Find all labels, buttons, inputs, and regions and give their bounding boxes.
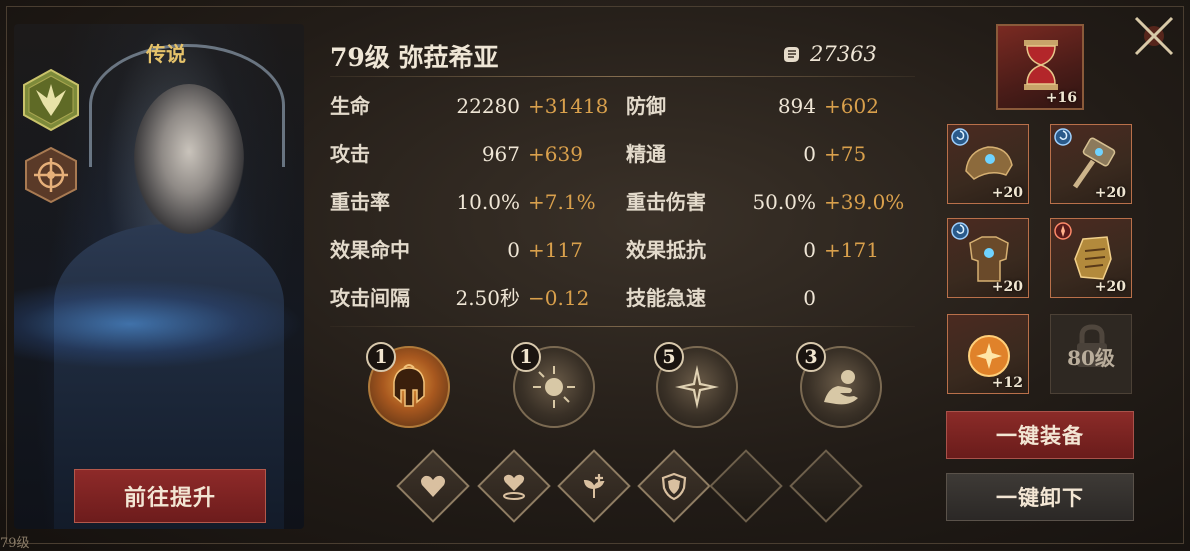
stat-bonus: +39.0% (824, 190, 905, 214)
stat-label: 效果命中 (330, 238, 410, 262)
hand-orb-icon (824, 370, 858, 405)
stat-attack: 攻击 967 (330, 139, 520, 169)
stat-crit-rate: 重击率 10.0% (330, 187, 520, 217)
shield-icon (661, 472, 687, 501)
stat-skill-haste: 技能急速 0 (626, 283, 816, 313)
stat-bonus: +602 (824, 94, 879, 118)
portrait-glow (14, 279, 304, 369)
stat-base: 0 (803, 286, 816, 310)
stat-attack-interval: 攻击间隔 2.50秒 (330, 283, 520, 313)
stat-base: 967 (481, 142, 520, 166)
stat-mastery: 精通 0 (626, 139, 816, 169)
stat-base: 0 (803, 238, 816, 262)
portrait-head (134, 84, 244, 234)
stat-label: 攻击 (330, 142, 370, 166)
stat-base: 10.0% (456, 190, 520, 214)
heart-icon (421, 475, 445, 497)
stat-defense: 防御 894 (626, 91, 816, 121)
equip-slot-gem[interactable]: +12 (947, 314, 1029, 394)
stat-base: 2.50秒 (455, 286, 520, 310)
skill-level-badge: 3 (796, 342, 826, 372)
corner-level-text: 79级 (0, 536, 30, 551)
stat-effect-resist: 效果抵抗 0 (626, 235, 816, 265)
stat-effect-hit-bonus: +117 (528, 235, 618, 265)
stat-label: 重击率 (330, 190, 390, 214)
equip-level: +20 (1094, 185, 1126, 201)
unequip-all-button[interactable]: 一键卸下 (946, 473, 1134, 521)
equip-slot-weapon[interactable]: +20 (1050, 124, 1132, 204)
spartan-helmet-icon (393, 364, 425, 407)
artifact-level: +16 (1045, 90, 1077, 106)
stat-mastery-bonus: +75 (824, 139, 914, 169)
stat-label: 效果抵抗 (626, 238, 706, 262)
stat-bonus: +75 (824, 142, 867, 166)
equip-level: +20 (991, 279, 1023, 295)
skill-level-badge: 1 (366, 342, 396, 372)
heart-pedestal-icon (503, 474, 525, 500)
stat-label: 重击伤害 (626, 190, 706, 214)
combat-power-value: 27363 (810, 42, 877, 66)
stat-base: 22280 (456, 94, 520, 118)
locked-level-label: 80级 (1067, 345, 1115, 370)
stat-bonus: +117 (528, 238, 583, 262)
stat-label: 技能急速 (626, 286, 706, 310)
stat-label: 精通 (626, 142, 666, 166)
stat-base: 50.0% (752, 190, 816, 214)
equip-slot-gauntlet[interactable]: +20 (1050, 218, 1132, 298)
skill-level-badge: 1 (511, 342, 541, 372)
equip-all-button[interactable]: 一键装备 (946, 411, 1134, 459)
faction-emblem-icon[interactable] (22, 68, 80, 132)
stat-defense-bonus: +602 (824, 91, 914, 121)
stat-crit-rate-bonus: +7.1% (528, 187, 618, 217)
stats-divider (330, 326, 915, 327)
stat-bonus: −0.12 (528, 286, 590, 310)
class-emblem-icon[interactable] (24, 146, 78, 204)
stat-attack-bonus: +639 (528, 139, 618, 169)
stat-base: 0 (803, 142, 816, 166)
equip-slot-chest[interactable]: +20 (947, 218, 1029, 298)
stat-attack-interval-bonus: −0.12 (528, 283, 618, 313)
stat-hp: 生命 22280 (330, 91, 520, 121)
stat-base: 0 (507, 238, 520, 262)
stat-bonus: +171 (824, 238, 879, 262)
artifact-slot[interactable]: +16 (996, 24, 1084, 110)
stat-bonus: +7.1% (528, 190, 596, 214)
equip-level: +12 (991, 375, 1023, 391)
stat-bonus: +639 (528, 142, 583, 166)
rarity-label: 传说 (146, 42, 186, 66)
combat-power: 27363 (780, 42, 877, 66)
sprout-plus-icon (583, 474, 605, 498)
stat-bonus: +31418 (528, 94, 609, 118)
stat-label: 生命 (330, 94, 370, 118)
skill-level-badge: 5 (654, 342, 684, 372)
equip-level: +20 (991, 185, 1023, 201)
stat-effect-hit: 效果命中 0 (330, 235, 520, 265)
hero-name: 79级 弥菈希亚 (330, 43, 499, 72)
stat-crit-damage: 重击伤害 50.0% (626, 187, 816, 217)
stat-base: 894 (777, 94, 816, 118)
stat-effect-resist-bonus: +171 (824, 235, 914, 265)
equip-slot-pauldron[interactable]: +20 (947, 124, 1029, 204)
equip-slot-locked: 80级 (1050, 314, 1132, 394)
stat-label: 防御 (626, 94, 666, 118)
orb-burst-icon (533, 366, 575, 408)
header-divider (330, 76, 915, 77)
stat-label: 攻击间隔 (330, 286, 410, 310)
close-icon[interactable] (1132, 14, 1176, 58)
equip-level: +20 (1094, 279, 1126, 295)
compass-star-icon (675, 365, 719, 409)
stat-crit-damage-bonus: +39.0% (824, 187, 914, 217)
fist-icon (784, 47, 799, 62)
stat-hp-bonus: +31418 (528, 91, 618, 121)
upgrade-button[interactable]: 前往提升 (74, 469, 266, 523)
hourglass-icon (1024, 40, 1058, 90)
